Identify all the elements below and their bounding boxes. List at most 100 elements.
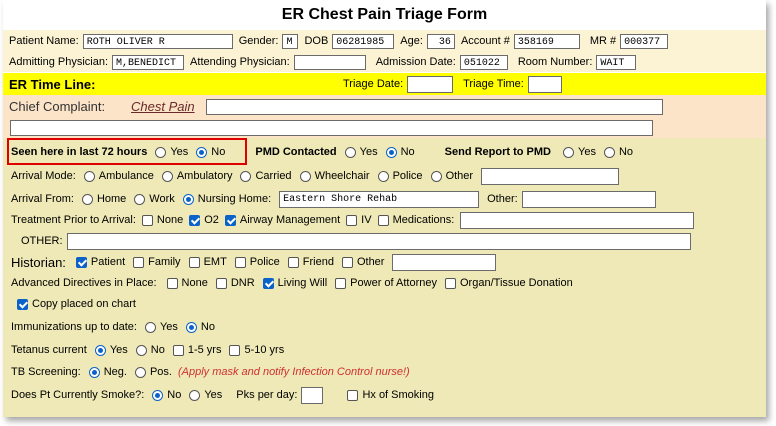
- tb-neg-radio[interactable]: [88, 366, 100, 378]
- smoke-yes-label: Yes: [204, 389, 223, 401]
- tetanus-label: Tetanus current: [11, 344, 87, 356]
- triage-date-field[interactable]: [407, 75, 454, 93]
- patient-name-field[interactable]: ROTH OLIVER R: [82, 33, 233, 49]
- arrival-ambulance-radio[interactable]: [83, 170, 95, 182]
- mr-field[interactable]: 000377: [620, 33, 669, 49]
- tetanus-1-5-checkbox[interactable]: [172, 344, 184, 356]
- arrival-other-field[interactable]: [481, 167, 620, 185]
- historian-emt-checkbox[interactable]: [188, 256, 200, 268]
- arrival-other-radio[interactable]: [430, 170, 442, 182]
- nursing-home-field[interactable]: Eastern Shore Rehab: [279, 190, 480, 208]
- historian-label: Historian:: [11, 254, 66, 270]
- smoke-yes-radio[interactable]: [189, 389, 201, 401]
- from-nursing-home-radio[interactable]: [182, 193, 194, 205]
- directives-row: Advanced Directives in Place: None DNR L…: [3, 273, 766, 293]
- attending-field[interactable]: [293, 54, 366, 70]
- directives-organ-checkbox[interactable]: [445, 277, 456, 289]
- tetanus-yes-radio[interactable]: [94, 344, 106, 356]
- pmd-no-radio[interactable]: [385, 146, 397, 158]
- historian-friend-label: Friend: [302, 256, 334, 268]
- directives-living-will-checkbox[interactable]: [262, 277, 274, 289]
- copy-row: Copy placed on chart: [3, 294, 766, 314]
- historian-police-checkbox[interactable]: [234, 256, 246, 268]
- triage-time-label: Triage Time:: [463, 78, 524, 90]
- arrival-mode-label: Arrival Mode:: [11, 170, 76, 182]
- treatment-other-label: OTHER:: [21, 235, 63, 247]
- arrival-carried-radio[interactable]: [240, 170, 252, 182]
- tetanus-no-label: No: [150, 344, 165, 356]
- copy-placed-label: Copy placed on chart: [32, 298, 136, 310]
- arrival-wheelchair-radio[interactable]: [299, 170, 311, 182]
- from-home-radio[interactable]: [81, 193, 93, 205]
- immunizations-yes-radio[interactable]: [144, 321, 156, 333]
- tb-pos-radio[interactable]: [134, 366, 146, 378]
- report-no-label: No: [618, 146, 634, 158]
- arrival-carried-label: Carried: [255, 170, 292, 182]
- physician-row: Admitting Physician: M,BENEDICT Attendin…: [3, 52, 766, 72]
- hx-smoking-checkbox[interactable]: [347, 389, 359, 401]
- admission-date-label: Admission Date:: [375, 56, 456, 68]
- report-label: Send Report to PMD: [444, 146, 551, 158]
- dob-field[interactable]: 06281985: [332, 33, 395, 49]
- pks-label: Pks per day:: [236, 389, 298, 401]
- pks-field[interactable]: [301, 386, 324, 404]
- pmd-yes-label: Yes: [359, 146, 378, 158]
- historian-other-field[interactable]: [392, 253, 497, 271]
- from-home-label: Home: [96, 193, 127, 205]
- medications-field[interactable]: [460, 211, 695, 229]
- complaint-field-2[interactable]: [10, 120, 653, 136]
- report-no-radio[interactable]: [603, 146, 615, 158]
- admission-date-field[interactable]: 051022: [459, 54, 508, 70]
- arrival-ambulatory-radio[interactable]: [161, 170, 173, 182]
- mr-label: MR #: [589, 35, 617, 47]
- treatment-airway-checkbox[interactable]: [224, 214, 236, 226]
- tetanus-yes-label: Yes: [109, 344, 128, 356]
- arrival-police-label: Police: [392, 170, 423, 182]
- treatment-o2-checkbox[interactable]: [189, 214, 201, 226]
- triage-time-field[interactable]: [527, 75, 562, 93]
- tetanus-no-radio[interactable]: [135, 344, 147, 356]
- account-field[interactable]: 358169: [513, 33, 580, 49]
- gender-field[interactable]: M: [282, 33, 299, 49]
- complaint-link[interactable]: Chest Pain: [131, 99, 195, 114]
- from-work-radio[interactable]: [134, 193, 146, 205]
- room-field[interactable]: WAIT: [596, 54, 637, 70]
- from-work-label: Work: [149, 193, 175, 205]
- arrival-from-label: Arrival From:: [11, 193, 74, 205]
- pmd-yes-radio[interactable]: [344, 146, 356, 158]
- directives-dnr-label: DNR: [230, 277, 255, 289]
- historian-friend-checkbox[interactable]: [287, 256, 299, 268]
- treatment-iv-checkbox[interactable]: [346, 214, 358, 226]
- complaint-field[interactable]: [206, 99, 663, 115]
- treatment-none-checkbox[interactable]: [141, 214, 153, 226]
- directives-poa-checkbox[interactable]: [335, 277, 347, 289]
- directives-none-checkbox[interactable]: [166, 277, 178, 289]
- historian-patient-checkbox[interactable]: [75, 256, 87, 268]
- admitting-field[interactable]: M,BENEDICT: [112, 54, 185, 70]
- arrival-police-radio[interactable]: [377, 170, 389, 182]
- admitting-label: Admitting Physician:: [9, 56, 109, 68]
- smoke-no-label: No: [167, 389, 182, 401]
- age-field[interactable]: 36: [426, 33, 455, 49]
- treatment-airway-label: Airway Management: [239, 214, 341, 226]
- complaint-label: Chief Complaint:: [9, 99, 106, 114]
- historian-other-checkbox[interactable]: [341, 256, 353, 268]
- immunizations-no-radio[interactable]: [185, 321, 197, 333]
- smoke-no-radio[interactable]: [152, 389, 164, 401]
- tb-neg-label: Neg.: [103, 366, 127, 378]
- treatment-other-field[interactable]: [66, 232, 691, 250]
- patient-name-label: Patient Name:: [9, 35, 79, 47]
- dob-label: DOB: [304, 35, 329, 47]
- treatment-label: Treatment Prior to Arrival:: [11, 214, 136, 226]
- directives-dnr-checkbox[interactable]: [215, 277, 227, 289]
- copy-placed-checkbox[interactable]: [17, 298, 28, 310]
- from-other-field[interactable]: [521, 190, 656, 208]
- treatment-other-row: OTHER:: [3, 231, 766, 251]
- seen72-highlight-box: [7, 138, 247, 165]
- treatment-medications-checkbox[interactable]: [377, 214, 389, 226]
- directives-living-will-label: Living Will: [277, 277, 328, 289]
- report-yes-radio[interactable]: [563, 146, 574, 158]
- historian-family-checkbox[interactable]: [133, 256, 145, 268]
- directives-label: Advanced Directives in Place:: [11, 277, 157, 289]
- tetanus-5-10-checkbox[interactable]: [229, 344, 241, 356]
